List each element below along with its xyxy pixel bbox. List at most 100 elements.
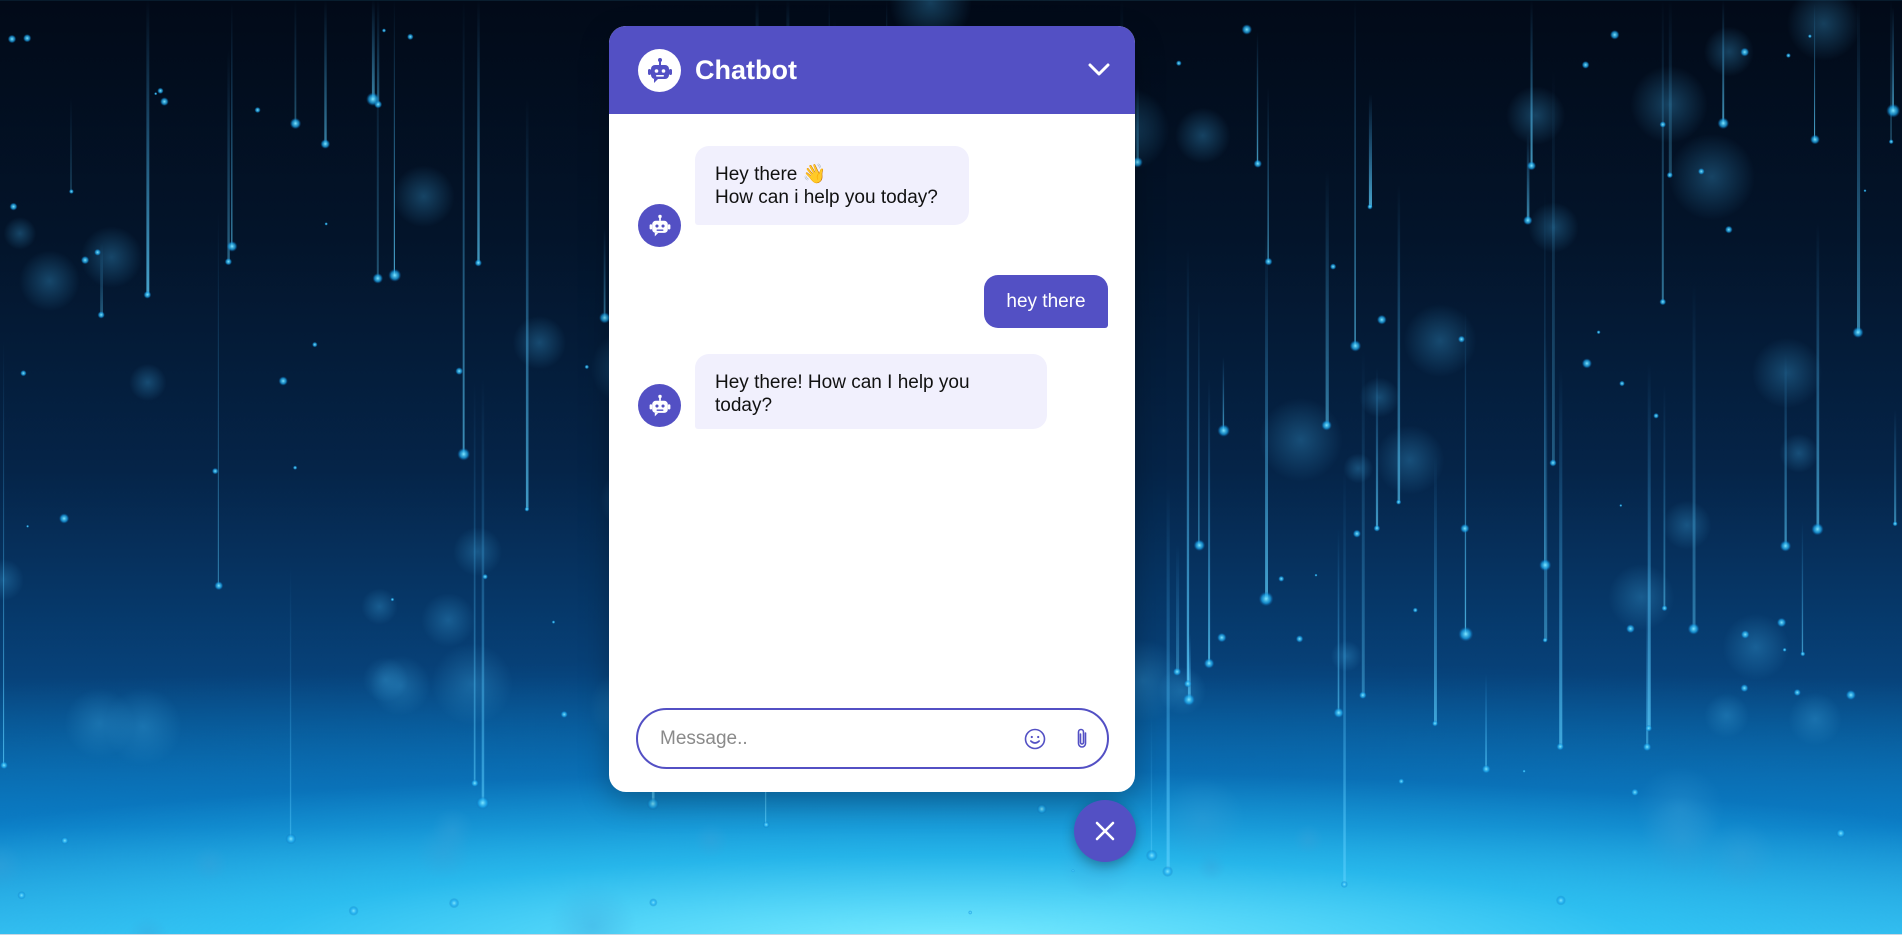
rain-drop (1358, 691, 1367, 700)
rain-streak (294, 0, 297, 124)
light-particle (584, 364, 590, 370)
page-bottom-strip (0, 934, 1902, 940)
light-particle (1412, 607, 1418, 613)
bokeh-light (19, 250, 80, 312)
light-particle (1653, 412, 1659, 419)
rain-streak (1354, 0, 1356, 346)
rain-drop (68, 189, 74, 194)
light-particle (1175, 60, 1182, 67)
bokeh-light (0, 842, 23, 889)
rain-streak (1722, 0, 1725, 124)
rain-streak (1434, 456, 1437, 724)
rain-drop (1666, 171, 1674, 179)
light-particle (254, 106, 261, 114)
rain-streak (1343, 469, 1346, 885)
rain-drop (1253, 159, 1263, 168)
rain-streak (1150, 714, 1153, 856)
light-particle (211, 467, 219, 475)
rain-drop (762, 821, 770, 829)
robot-icon (638, 49, 681, 92)
rain-streak (324, 0, 327, 144)
bokeh-light (104, 687, 182, 766)
bokeh-light (370, 655, 431, 716)
light-particle (551, 620, 556, 624)
chevron-down-icon[interactable] (1081, 52, 1117, 88)
rain-streak (1894, 409, 1897, 524)
paperclip-icon[interactable] (1068, 725, 1096, 753)
light-particle (1352, 529, 1361, 538)
rain-streak (217, 211, 219, 586)
rain-drop (1395, 499, 1402, 505)
bokeh-light (1779, 433, 1819, 473)
rain-streak (477, 0, 480, 263)
rain-drop (1183, 679, 1192, 688)
message-input[interactable] (660, 724, 1000, 754)
light-particle (482, 573, 488, 580)
rain-drop (214, 581, 224, 591)
light-particle (1241, 24, 1253, 35)
light-particle (1314, 573, 1318, 577)
rain-drop (1145, 849, 1158, 862)
light-particle (1785, 53, 1791, 58)
rain-drop (1217, 424, 1230, 437)
rain-streak (1176, 544, 1180, 672)
user-message-text: hey there (1006, 291, 1086, 312)
light-particle (1724, 225, 1733, 234)
light-particle (26, 524, 30, 528)
bokeh-light (1161, 778, 1245, 862)
light-particle (1836, 828, 1846, 839)
rain-drop (1642, 742, 1652, 752)
light-particle (1522, 769, 1526, 773)
rain-drop (1661, 605, 1668, 612)
rain-drop (646, 797, 660, 811)
rain-streak (1857, 0, 1861, 333)
rain-drop (474, 259, 482, 267)
light-particle (560, 710, 568, 719)
bokeh-light (421, 593, 476, 647)
rain-streak (1890, 0, 1892, 142)
rain-streak (1198, 300, 1200, 546)
rain-drop (1321, 420, 1332, 431)
light-particle (1740, 684, 1749, 693)
chatbot-close-button[interactable] (1074, 800, 1136, 862)
rain-streak (1166, 487, 1170, 872)
rain-streak (1661, 0, 1664, 302)
bot-message-line: Hey there! How can I help you (715, 372, 970, 393)
rain-drop (1549, 459, 1557, 467)
rain-streak (393, 0, 395, 276)
light-particle (1740, 47, 1750, 57)
light-particle (968, 910, 973, 915)
light-particle (1630, 788, 1639, 797)
rain-drop (1687, 623, 1700, 635)
smiley-icon[interactable] (1021, 725, 1049, 753)
light-particle (1793, 688, 1802, 697)
light-particle (1697, 168, 1705, 175)
rain-streak (1784, 353, 1787, 546)
light-particle (348, 905, 359, 916)
bokeh-light (1630, 65, 1708, 143)
rain-drop (1264, 257, 1273, 266)
bot-message: Hey there 👋 How can i help you today? (695, 146, 969, 225)
bot-avatar (638, 204, 681, 247)
chat-header: Chatbot (609, 26, 1135, 114)
message-composer (636, 708, 1109, 769)
light-particle (1376, 314, 1387, 325)
rain-drop (1892, 521, 1898, 527)
bokeh-light (392, 165, 455, 228)
light-particle (80, 255, 90, 265)
light-particle (9, 202, 18, 211)
light-particle (20, 370, 27, 377)
bokeh-light (431, 808, 474, 851)
bokeh-light (191, 846, 228, 882)
rain-streak (1544, 189, 1546, 566)
rain-drop (1333, 707, 1344, 719)
rain-streak (1663, 384, 1666, 609)
rain-streak (473, 381, 476, 784)
rain-drop (475, 796, 490, 810)
light-particle (157, 87, 164, 95)
bokeh-light (1608, 564, 1675, 630)
rain-drop (1800, 651, 1806, 657)
light-particle (1596, 330, 1601, 335)
bokeh-light (362, 656, 409, 703)
light-particle (1740, 630, 1750, 639)
